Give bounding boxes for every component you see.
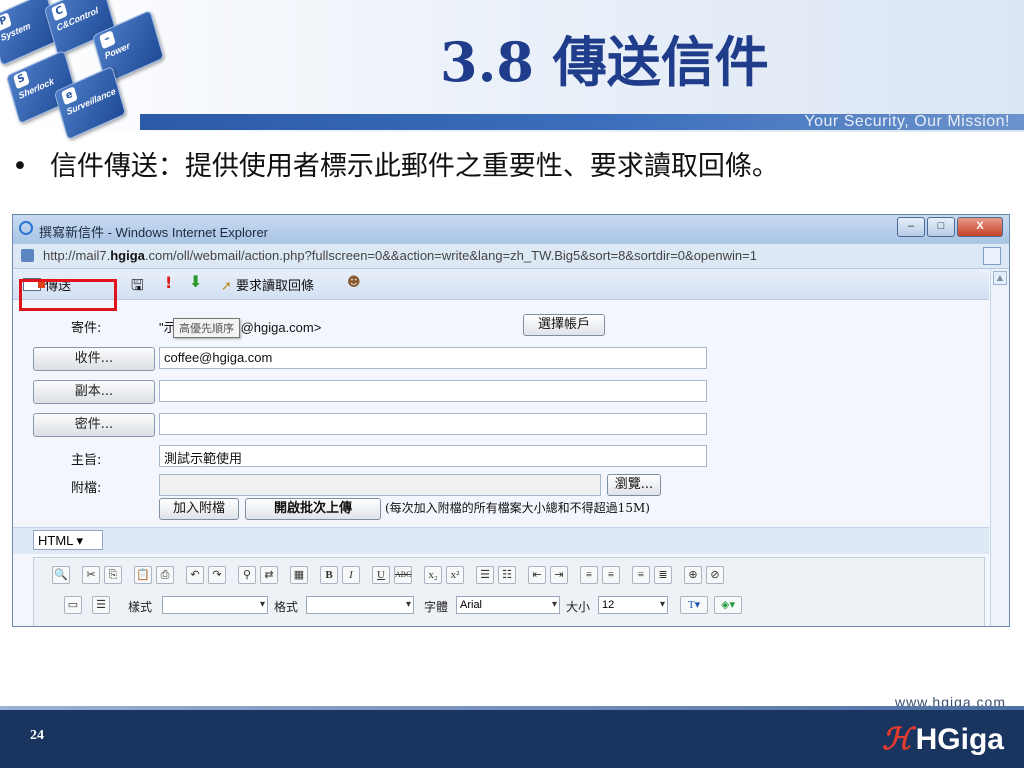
format-label: 格式: [274, 600, 299, 614]
cc-field[interactable]: [159, 380, 707, 402]
minimize-button[interactable]: –: [897, 217, 925, 237]
insert-table-icon[interactable]: ▭: [64, 596, 82, 614]
bullet-list-icon[interactable]: ☷: [498, 566, 516, 584]
redo-icon[interactable]: ↷: [208, 566, 226, 584]
low-priority-icon[interactable]: ⬇: [189, 272, 202, 291]
align-center-icon[interactable]: ≡: [602, 566, 620, 584]
page-icon: [21, 249, 34, 262]
hgiga-logo: ℋ HGiga: [881, 723, 1004, 756]
bcc-button[interactable]: 密件...: [33, 413, 155, 437]
add-attachment-button[interactable]: 加入附檔: [159, 498, 239, 520]
preview-icon[interactable]: 🔍: [52, 566, 70, 584]
size-select[interactable]: 12: [598, 596, 668, 614]
read-receipt-button[interactable]: ➚ 要求讀取回條: [221, 275, 314, 294]
format-dropdown[interactable]: [306, 596, 414, 614]
subject-label: 主旨:: [71, 453, 102, 468]
size-label: 大小: [566, 600, 591, 614]
superscript-icon[interactable]: x²: [446, 566, 464, 584]
choose-account-button[interactable]: 選擇帳戶: [523, 314, 605, 336]
font-label: 字體: [424, 600, 449, 614]
window-controls: – □ X: [897, 217, 1003, 237]
find-icon[interactable]: ⚲: [238, 566, 256, 584]
strikethrough-icon[interactable]: ABC: [394, 566, 412, 584]
compat-view-icon[interactable]: [983, 247, 1001, 265]
high-priority-icon[interactable]: !: [165, 273, 172, 292]
to-field[interactable]: coffee@hgiga.com: [159, 347, 707, 369]
mail-toolbar: 傳送 🖫 ! ⬇ ➚ 要求讀取回條 ☻: [13, 269, 989, 300]
style-label: 樣式: [128, 600, 153, 614]
editor-toolbar: 🔍 ✂ ⎘ 📋 ⎙ ↶ ↷ ⚲ ⇄ ▦ B I U ABC x₂ x² ☰ ☷ …: [33, 557, 985, 626]
background-color-icon[interactable]: ◈▾: [714, 596, 742, 614]
browse-button[interactable]: 瀏覽...: [607, 474, 661, 496]
italic-icon[interactable]: I: [342, 566, 360, 584]
copy-icon[interactable]: ⎘: [104, 566, 122, 584]
numbered-list-icon[interactable]: ☰: [476, 566, 494, 584]
text-color-icon[interactable]: T▾: [680, 596, 708, 614]
subject-field[interactable]: 測試示範使用: [159, 445, 707, 467]
batch-upload-button[interactable]: 開啟批次上傳: [245, 498, 381, 520]
scroll-up-icon[interactable]: ▲: [993, 271, 1007, 285]
bcc-field[interactable]: [159, 413, 707, 435]
window-title: 撰寫新信件 - Windows Internet Explorer: [39, 225, 269, 240]
footer-bar: [0, 710, 1024, 768]
close-button[interactable]: X: [957, 217, 1003, 237]
remove-link-icon[interactable]: ⊘: [706, 566, 724, 584]
underline-icon[interactable]: U: [372, 566, 390, 584]
attachment-limit-note: (每次加入附檔的所有檔案大小總和不得超過15M): [385, 501, 650, 515]
slide-title: 3.8 傳送信件: [440, 30, 769, 94]
outdent-icon[interactable]: ⇤: [528, 566, 546, 584]
page-number: 24: [30, 728, 44, 743]
align-left-icon[interactable]: ≡: [580, 566, 598, 584]
tagline: Your Security, Our Mission!: [804, 113, 1010, 130]
send-highlight-box: [19, 279, 117, 311]
cut-icon[interactable]: ✂: [82, 566, 100, 584]
insert-link-icon[interactable]: ⊕: [684, 566, 702, 584]
bullet-point: • 信件傳送：提供使用者標示此郵件之重要性、要求讀取回條。: [12, 144, 779, 183]
attach-path-field[interactable]: [159, 474, 601, 496]
address-bar[interactable]: http://mail7.hgiga.com/oll/webmail/actio…: [13, 243, 1009, 269]
address-book-icon[interactable]: ☻: [347, 275, 361, 290]
hgiga-mark-icon: ℋ: [881, 723, 912, 756]
select-all-icon[interactable]: ▦: [290, 566, 308, 584]
priority-tooltip: 高優先順序: [173, 318, 240, 338]
ie-logo-icon: [19, 221, 33, 235]
paste-icon[interactable]: 📋: [134, 566, 152, 584]
product-tiles: P System C C&Control ⌁ Power S Sherlock e Sur…: [0, 0, 200, 160]
style-select[interactable]: [162, 596, 268, 614]
to-button[interactable]: 收件...: [33, 347, 155, 371]
format-select[interactable]: HTML ▾: [33, 530, 103, 550]
window-titlebar: 撰寫新信件 - Windows Internet Explorer – □ X: [13, 215, 1009, 243]
bullet-text: 信件傳送：提供使用者標示此郵件之重要性、要求讀取回條。: [49, 151, 779, 182]
bullet-dot-icon: •: [12, 151, 28, 182]
format-bar: HTML ▾: [13, 527, 989, 554]
horizontal-rule-icon[interactable]: ☰: [92, 596, 110, 614]
subscript-icon[interactable]: x₂: [424, 566, 442, 584]
justify-icon[interactable]: ≣: [654, 566, 672, 584]
url-text[interactable]: http://mail7.hgiga.com/oll/webmail/actio…: [43, 248, 757, 263]
font-select[interactable]: Arial: [456, 596, 560, 614]
bold-icon[interactable]: B: [320, 566, 338, 584]
maximize-button[interactable]: □: [927, 217, 955, 237]
save-draft-icon[interactable]: 🖫: [131, 275, 144, 300]
attach-label: 附檔:: [71, 481, 102, 496]
vertical-scrollbar[interactable]: ▲: [990, 269, 1009, 626]
cc-button[interactable]: 副本...: [33, 380, 155, 404]
replace-icon[interactable]: ⇄: [260, 566, 278, 584]
from-label: 寄件:: [71, 321, 102, 336]
print-icon[interactable]: ⎙: [156, 566, 174, 584]
indent-icon[interactable]: ⇥: [550, 566, 568, 584]
receipt-icon: ➚: [221, 279, 232, 294]
align-right-icon[interactable]: ≡: [632, 566, 650, 584]
ie-window: 撰寫新信件 - Windows Internet Explorer – □ X …: [12, 214, 1010, 627]
undo-icon[interactable]: ↶: [186, 566, 204, 584]
